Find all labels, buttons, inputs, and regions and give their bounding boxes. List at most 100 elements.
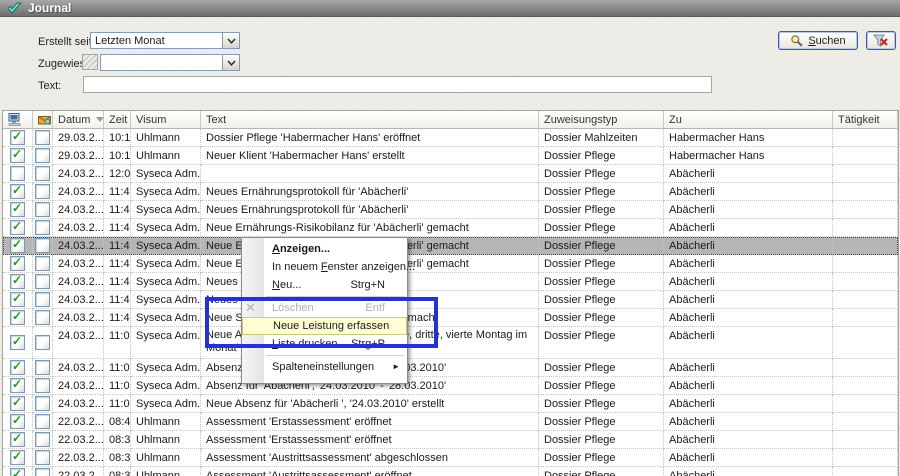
chevron-down-icon[interactable] (222, 55, 239, 70)
row-mail-checkbox[interactable] (35, 202, 50, 217)
cell-c1[interactable] (3, 219, 33, 237)
cell-c1[interactable] (3, 395, 33, 413)
row-sync-checkbox[interactable] (10, 292, 25, 307)
cell-c1[interactable] (3, 413, 33, 431)
row-mail-checkbox[interactable] (35, 256, 50, 271)
row-sync-checkbox[interactable] (10, 130, 25, 145)
text-filter-input[interactable] (83, 76, 712, 93)
row-sync-checkbox[interactable] (10, 378, 25, 393)
cell-c2[interactable] (33, 291, 53, 309)
table-row[interactable]: 24.03.2...11:05Syseca Adm...Absenz für '… (3, 377, 898, 395)
cell-c1[interactable] (3, 359, 33, 377)
cell-c2[interactable] (33, 147, 53, 165)
row-sync-checkbox[interactable] (10, 274, 25, 289)
cell-c2[interactable] (33, 237, 53, 255)
cell-c2[interactable] (33, 395, 53, 413)
cell-c2[interactable] (33, 219, 53, 237)
row-mail-checkbox[interactable] (35, 292, 50, 307)
created-since-combobox[interactable]: Letzten Monat (90, 32, 240, 49)
table-row[interactable]: 24.03.2...11:46Syseca Adm...Neue Ernähru… (3, 255, 898, 273)
chevron-down-icon[interactable] (222, 33, 239, 48)
cell-c2[interactable] (33, 129, 53, 147)
cell-c1[interactable] (3, 431, 33, 449)
cell-c1[interactable] (3, 129, 33, 147)
row-mail-checkbox[interactable] (35, 450, 50, 465)
table-row[interactable]: 24.03.2...11:47Syseca Adm...Neues Ernähr… (3, 183, 898, 201)
row-sync-checkbox[interactable] (10, 396, 25, 411)
table-row[interactable]: 24.03.2...11:44Syseca Adm...Neue Sturz-R… (3, 309, 898, 327)
row-mail-checkbox[interactable] (35, 148, 50, 163)
row-sync-checkbox[interactable] (10, 450, 25, 465)
cell-c1[interactable] (3, 183, 33, 201)
row-sync-checkbox[interactable] (10, 310, 25, 325)
cell-c1[interactable] (3, 165, 33, 183)
cell-c1[interactable] (3, 449, 33, 467)
row-mail-checkbox[interactable] (35, 220, 50, 235)
table-row[interactable]: 24.03.2...11:05Syseca Adm...Absenz für '… (3, 359, 898, 377)
row-mail-checkbox[interactable] (35, 396, 50, 411)
cell-c2[interactable] (33, 201, 53, 219)
row-mail-checkbox[interactable] (35, 310, 50, 325)
table-row[interactable]: 24.03.2...11:46Syseca Adm...Neue Ernähru… (3, 219, 898, 237)
table-row[interactable]: 24.03.2...11:46Syseca Adm...Neue Ernähru… (3, 237, 898, 255)
menu-item-neu[interactable]: Neu...Strg+N (242, 276, 407, 294)
menu-item-neues-fenster[interactable]: In neuem Fenster anzeigen... (242, 258, 407, 276)
cell-c2[interactable] (33, 377, 53, 395)
search-button[interactable]: Suchen (778, 31, 858, 50)
cell-c1[interactable] (3, 147, 33, 165)
cell-c1[interactable] (3, 237, 33, 255)
column-header-sys[interactable] (3, 111, 33, 129)
menu-item-liste-drucken[interactable]: Liste drucken...Strg+P (242, 335, 407, 353)
table-row[interactable]: 24.03.2...12:09Syseca Adm...Dossier Pfle… (3, 165, 898, 183)
row-sync-checkbox[interactable] (10, 414, 25, 429)
column-header-typ[interactable]: Zuweisungstyp (539, 111, 664, 129)
row-mail-checkbox[interactable] (35, 414, 50, 429)
cell-c2[interactable] (33, 449, 53, 467)
table-row[interactable]: 22.03.2...08:42UhlmannAssessment 'Erstas… (3, 413, 898, 431)
row-mail-checkbox[interactable] (35, 335, 50, 350)
menu-item-spalteneinstellungen[interactable]: Spalteneinstellungen► (242, 358, 407, 376)
row-sync-checkbox[interactable] (10, 166, 25, 181)
cell-c2[interactable] (33, 255, 53, 273)
table-row[interactable]: 24.03.2...11:45Syseca Adm...Neues Sturzp… (3, 273, 898, 291)
menu-item-neue-leistung[interactable]: Neue Leistung erfassen (242, 317, 407, 335)
table-row[interactable]: 29.03.2...10:14UhlmannDossier Pflege 'Ha… (3, 129, 898, 147)
menu-item-anzeigen[interactable]: Anzeigen... (242, 240, 407, 258)
cell-c1[interactable] (3, 377, 33, 395)
row-mail-checkbox[interactable] (35, 130, 50, 145)
cell-c1[interactable] (3, 327, 33, 359)
column-header-datum[interactable]: Datum (53, 111, 104, 129)
table-row[interactable]: 24.03.2...11:45Syseca Adm...Neues Sturzp… (3, 291, 898, 309)
table-row[interactable]: 22.03.2...08:36UhlmannAssessment 'Austri… (3, 449, 898, 467)
assigned-to-combobox[interactable] (100, 54, 240, 71)
table-row[interactable]: 24.03.2...11:05Syseca Adm...Neue Absenz … (3, 395, 898, 413)
cell-c1[interactable] (3, 291, 33, 309)
cell-c1[interactable] (3, 273, 33, 291)
table-row[interactable]: 24.03.2...11:47Syseca Adm...Neues Ernähr… (3, 201, 898, 219)
cell-c2[interactable] (33, 165, 53, 183)
column-header-visum[interactable]: Visum (131, 111, 201, 129)
clear-filter-button[interactable] (866, 31, 896, 50)
cell-c1[interactable] (3, 309, 33, 327)
row-sync-checkbox[interactable] (10, 432, 25, 447)
row-sync-checkbox[interactable] (10, 184, 25, 199)
row-mail-checkbox[interactable] (35, 360, 50, 375)
row-mail-checkbox[interactable] (35, 432, 50, 447)
row-sync-checkbox[interactable] (10, 335, 25, 350)
column-header-taet[interactable]: Tätigkeit (833, 111, 898, 129)
cell-c2[interactable] (33, 309, 53, 327)
cell-c2[interactable] (33, 413, 53, 431)
column-header-mail[interactable] (33, 111, 53, 129)
row-sync-checkbox[interactable] (10, 238, 25, 253)
cell-c1[interactable] (3, 201, 33, 219)
row-sync-checkbox[interactable] (10, 220, 25, 235)
table-row[interactable]: 24.03.2...11:06Syseca Adm...Neue Absenz-… (3, 327, 898, 359)
column-header-zu[interactable]: Zu (664, 111, 833, 129)
row-sync-checkbox[interactable] (10, 148, 25, 163)
cell-c1[interactable] (3, 255, 33, 273)
row-sync-checkbox[interactable] (10, 202, 25, 217)
row-mail-checkbox[interactable] (35, 274, 50, 289)
column-header-text[interactable]: Text (201, 111, 539, 129)
cell-c2[interactable] (33, 431, 53, 449)
row-mail-checkbox[interactable] (35, 238, 50, 253)
